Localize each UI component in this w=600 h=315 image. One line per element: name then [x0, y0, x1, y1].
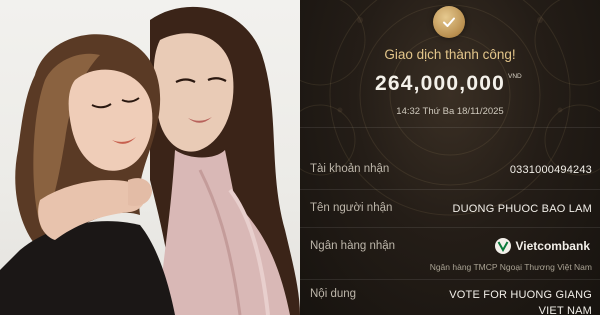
- divider: [300, 227, 600, 228]
- photo-panel: [0, 0, 300, 315]
- bank-logo: Vietcombank: [494, 238, 590, 254]
- vietcombank-logo-icon: [494, 238, 511, 254]
- transfer-content: VOTE FOR HUONG GIANG VIET NAM: [449, 289, 592, 315]
- content-label: Nội dung: [310, 288, 357, 300]
- divider: [300, 189, 600, 190]
- divider: [300, 279, 600, 280]
- account-label: Tài khoản nhận: [310, 163, 390, 175]
- bank-label: Ngân hàng nhận: [310, 240, 396, 252]
- recipient-label: Tên người nhận: [310, 202, 393, 214]
- currency-label: VND: [508, 73, 522, 80]
- bank-full-name: Ngân hàng TMCP Ngoại Thương Việt Nam: [429, 262, 592, 272]
- transaction-receipt: Giao dịch thành công! 264,000,000 VND 14…: [300, 0, 600, 315]
- photo-of-two-people-image: [0, 6, 300, 315]
- success-title: Giao dịch thành công!: [384, 47, 516, 62]
- account-number: 0331000494243: [509, 164, 592, 176]
- transaction-datetime: 14:32 Thứ Ba 18/11/2025: [396, 106, 504, 117]
- success-check-icon: [433, 6, 465, 38]
- divider: [300, 127, 600, 128]
- recipient-name: DUONG PHUOC BAO LAM: [452, 203, 592, 215]
- bank-logo-text: Vietcombank: [515, 239, 590, 253]
